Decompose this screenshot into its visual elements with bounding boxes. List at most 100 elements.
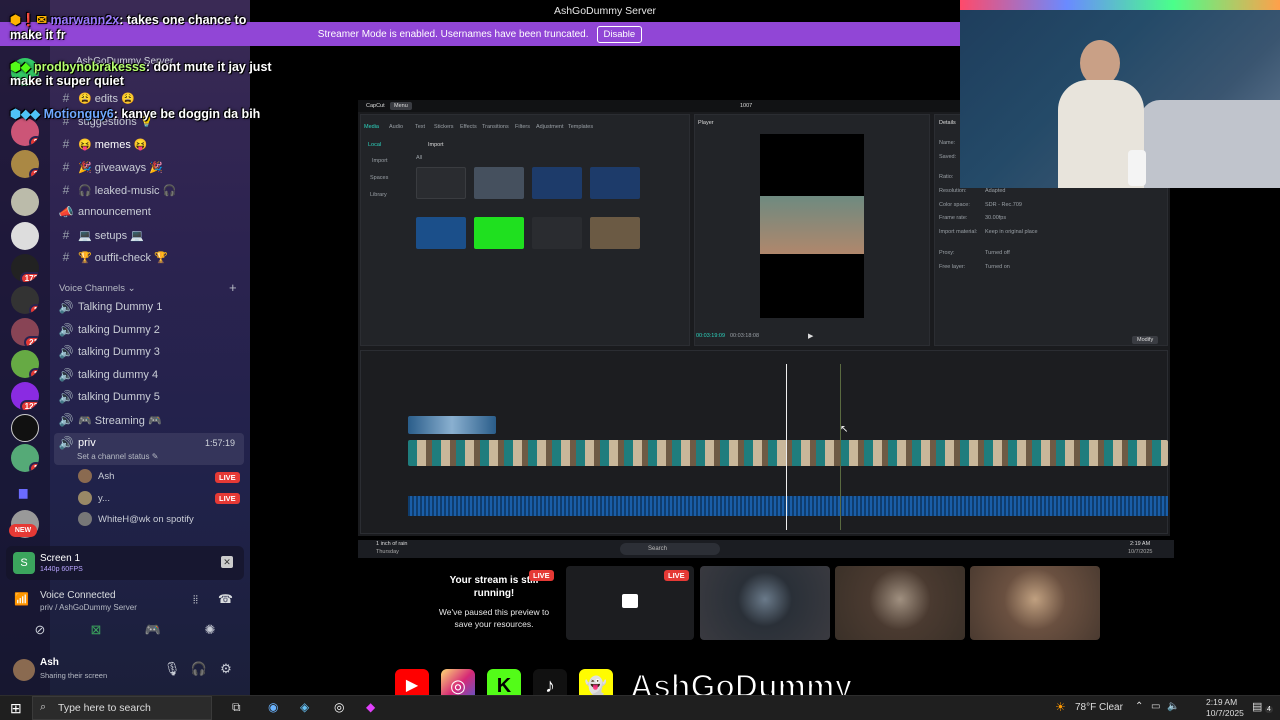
voice-channel[interactable]: 🔊 talking Dummy 3: [58, 342, 160, 362]
avatar[interactable]: [13, 659, 35, 681]
server-icon[interactable]: [11, 188, 39, 216]
chevron-up-icon[interactable]: ⌃: [1135, 701, 1143, 712]
voice-user[interactable]: Ash: [78, 467, 114, 485]
activity-icon[interactable]: 🎮: [143, 620, 163, 640]
weather-temp[interactable]: 78°F: [1075, 702, 1096, 713]
side-local[interactable]: Local: [368, 142, 381, 148]
windows-start-icon[interactable]: ⊞: [10, 700, 22, 717]
app-icon[interactable]: ◆: [366, 700, 375, 714]
camera-preview[interactable]: [835, 566, 965, 640]
mic-icon[interactable]: 🎙: [162, 659, 182, 679]
server-icon[interactable]: 1: [11, 444, 39, 472]
channel-announcement[interactable]: 📣 announcement: [58, 202, 151, 222]
media-clip[interactable]: [590, 217, 640, 249]
tab-media[interactable]: Media: [364, 124, 379, 130]
channel-giveaways[interactable]: # 🎉 giveaways 🎉: [58, 157, 163, 177]
media-clip[interactable]: [416, 167, 466, 199]
server-icon[interactable]: 123: [11, 382, 39, 410]
main-video-track[interactable]: [408, 440, 1168, 466]
channel-leaked-music[interactable]: # 🎧 leaked-music 🎧: [58, 180, 177, 200]
disconnect-icon[interactable]: ☎: [218, 592, 233, 606]
signal-icon[interactable]: 📶: [14, 592, 29, 606]
channel-memes[interactable]: # 😝 memes 😝: [58, 134, 148, 154]
tab-adjustment[interactable]: Adjustment: [536, 124, 564, 130]
screen-share-icon: S: [13, 552, 35, 574]
screen-share-toggle-icon[interactable]: ⊠: [86, 620, 106, 640]
server-icon[interactable]: 172: [11, 254, 39, 282]
window-title: AshGoDummy Server: [250, 0, 960, 22]
overlay-clip[interactable]: [408, 416, 496, 434]
disable-button[interactable]: Disable: [596, 25, 643, 43]
import-button[interactable]: Import: [428, 142, 444, 148]
notification-icon[interactable]: ▤: [1252, 700, 1262, 713]
voice-user[interactable]: WhiteH@wk on spotify: [78, 510, 194, 528]
server-icon[interactable]: 1: [11, 350, 39, 378]
speaker-icon: 🔊: [58, 345, 74, 359]
media-clip[interactable]: [532, 167, 582, 199]
server-icon[interactable]: [11, 414, 39, 442]
badge-icon: ⬢◆: [10, 60, 31, 74]
tab-transitions[interactable]: Transitions: [482, 124, 509, 130]
monitor-icon: [622, 594, 638, 608]
server-icon[interactable]: [11, 222, 39, 250]
play-icon[interactable]: ▶: [808, 332, 813, 340]
menu-button[interactable]: Menu: [390, 102, 412, 110]
tab-effects[interactable]: Effects: [460, 124, 477, 130]
channel-setups[interactable]: # 💻 setups 💻: [58, 225, 144, 245]
detail-label: Resolution:: [939, 188, 967, 194]
tab-audio[interactable]: Audio: [389, 124, 403, 130]
server-icon[interactable]: 21: [11, 318, 39, 346]
server-icon[interactable]: 2: [11, 150, 39, 178]
folder-icon[interactable]: ▆: [19, 486, 27, 499]
side-library[interactable]: Library: [370, 192, 387, 198]
camera-preview[interactable]: [700, 566, 830, 640]
detail-label: Name:: [939, 140, 956, 146]
camera-off-icon[interactable]: ⊘: [30, 620, 50, 640]
media-clip[interactable]: [416, 217, 466, 249]
weather-condition[interactable]: Clear: [1099, 702, 1123, 713]
tab-stickers[interactable]: Stickers: [434, 124, 454, 130]
voice-channels-header[interactable]: Voice Channels ⌄: [59, 283, 136, 294]
task-view-icon[interactable]: ⧉: [232, 700, 241, 715]
clock-time[interactable]: 2:19 AM: [1206, 697, 1237, 707]
volume-icon[interactable]: 🔈: [1167, 701, 1179, 712]
voice-channel[interactable]: 🔊 talking Dummy 5: [58, 387, 160, 407]
media-panel: [360, 114, 690, 346]
soundboard-icon[interactable]: ✺: [200, 620, 220, 640]
server-icon[interactable]: 2: [11, 118, 39, 146]
network-icon[interactable]: ▭: [1151, 701, 1160, 712]
voice-channel[interactable]: 🔊 talking Dummy 2: [58, 320, 160, 340]
voice-user[interactable]: y...: [78, 489, 110, 507]
voice-channel[interactable]: 🔊 talking dummy 4: [58, 365, 159, 385]
audio-track[interactable]: [408, 496, 1168, 516]
app-icon[interactable]: ◉: [268, 700, 278, 714]
clock-date[interactable]: 10/7/2025: [1206, 708, 1244, 718]
side-import[interactable]: Import: [372, 158, 388, 164]
tab-filters[interactable]: Filters: [515, 124, 530, 130]
camera-preview[interactable]: [970, 566, 1100, 640]
tab-templates[interactable]: Templates: [568, 124, 593, 130]
side-spaces[interactable]: Spaces: [370, 175, 388, 181]
channel-outfit-check[interactable]: # 🏆 outfit-check 🏆: [58, 247, 168, 267]
cursor-icon: ↖: [840, 424, 849, 435]
channel-status[interactable]: Set a channel status ✎: [77, 452, 158, 461]
settings-icon[interactable]: ⚙: [216, 659, 236, 679]
voice-channel[interactable]: 🔊 🎮 Streaming 🎮: [58, 410, 162, 430]
obs-icon[interactable]: ◎: [334, 700, 344, 714]
noise-icon[interactable]: ⦙⦙: [193, 594, 198, 607]
modify-button[interactable]: Modify: [1132, 336, 1159, 344]
voice-channel[interactable]: 🔊 Talking Dummy 1: [58, 297, 163, 317]
headphones-icon[interactable]: 🎧: [189, 659, 209, 679]
server-icon[interactable]: 1: [11, 286, 39, 314]
channel-edits[interactable]: # 😩 edits 😩: [58, 88, 135, 108]
media-clip[interactable]: [590, 167, 640, 199]
media-clip[interactable]: [532, 217, 582, 249]
playhead[interactable]: [786, 364, 787, 530]
stop-share-icon[interactable]: ✕: [221, 556, 233, 568]
media-clip[interactable]: [474, 167, 524, 199]
tab-text[interactable]: Text: [415, 124, 425, 130]
add-channel-icon[interactable]: +: [229, 280, 237, 295]
media-clip[interactable]: [474, 217, 524, 249]
steam-icon[interactable]: ◈: [300, 700, 309, 714]
filter-all[interactable]: All: [416, 155, 422, 161]
